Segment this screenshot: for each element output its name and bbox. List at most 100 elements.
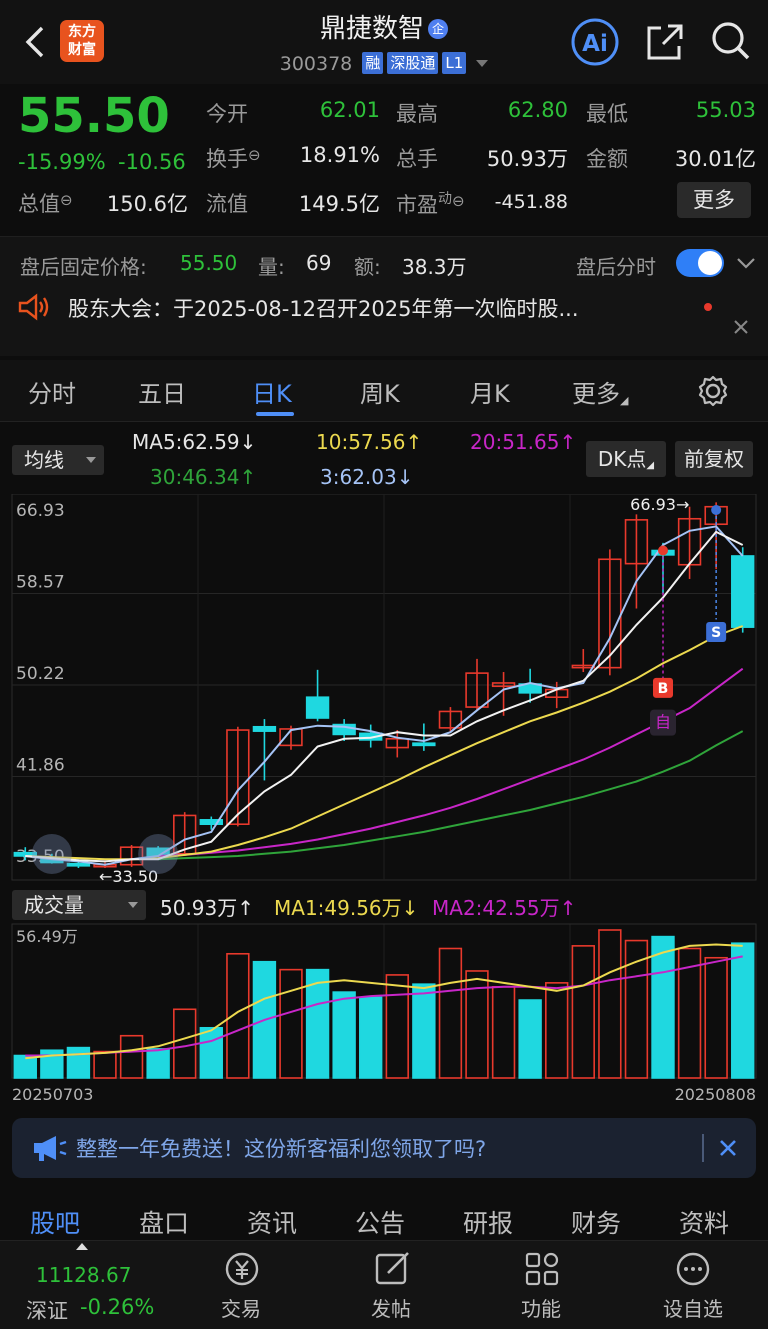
search-icon[interactable] [710, 20, 752, 62]
post-label[interactable]: 发帖 [346, 1293, 436, 1322]
y-tick-label: 66.93 [16, 501, 65, 521]
forward-adjust-button[interactable]: 前复权 [675, 441, 753, 477]
promo-text: 整整一年免费送！这份新客福利您领取了吗? [76, 1137, 487, 1161]
bottom-toolbar: 11128.67 深证 -0.26% 交易 发帖 功能 设自选 [0, 1240, 768, 1329]
chevron-down-icon[interactable] [736, 255, 756, 271]
ai-assistant-icon[interactable]: Ai [568, 18, 622, 66]
content-tabs: 股吧 盘口 资讯 公告 研报 财务 资料 [0, 1190, 768, 1242]
pe-label[interactable]: 市盈动⊖ [396, 188, 465, 219]
tab-order-book[interactable]: 盘口 [139, 1204, 189, 1240]
volume-bar-down [66, 1046, 91, 1079]
tab-announcements[interactable]: 公告 [355, 1204, 405, 1240]
index-name[interactable]: 深证 [26, 1295, 68, 1325]
volume-bar-down [731, 942, 755, 1079]
index-value[interactable]: 11128.67 [36, 1263, 131, 1287]
tab-more-label: 更多 [572, 380, 620, 408]
unread-dot [704, 303, 712, 311]
volume-ma1-value: MA1:49.56万↓ [274, 896, 419, 920]
enterprise-badge: 企 [428, 19, 448, 39]
notice-text[interactable]: 股东大会：于2025-08-12召开2025年第一次临时股... [68, 293, 688, 323]
close-icon[interactable] [733, 319, 749, 335]
info-icon: ⊖ [248, 146, 261, 164]
more-button[interactable]: 更多 [677, 182, 751, 218]
promo-banner[interactable]: 整整一年免费送！这份新客福利您领取了吗? [12, 1118, 756, 1178]
caret-down-icon [128, 902, 138, 908]
trade-label[interactable]: 交易 [196, 1293, 286, 1322]
volume-bar-down [332, 991, 356, 1079]
tab-news[interactable]: 资讯 [247, 1204, 297, 1240]
stock-code: 300378 [279, 53, 353, 75]
turnover-label[interactable]: 换手⊖ [206, 143, 261, 173]
turnover-label-text: 换手 [206, 147, 248, 171]
pe-value: -451.88 [494, 191, 568, 213]
after-amount-label: 额: [354, 255, 381, 279]
tab-five-day[interactable]: 五日 [138, 374, 186, 409]
tab-more[interactable]: 更多◢ [572, 374, 628, 409]
index-change[interactable]: -0.26% [80, 1295, 154, 1319]
tab-guba[interactable]: 股吧 [30, 1204, 80, 1240]
amount-label: 金额 [586, 147, 628, 171]
volume-bar-up [571, 945, 595, 1079]
volume-bar-up [385, 974, 409, 1079]
volume-bar-up [545, 982, 569, 1079]
change-amount: -10.56 [118, 150, 186, 174]
volume-bar-up [598, 929, 622, 1079]
float-cap-value: 149.5亿 [298, 192, 380, 216]
last-price: 55.50 [18, 88, 170, 144]
dk-point-button[interactable]: DK点◢ [586, 441, 666, 477]
watchlist-more-icon[interactable] [674, 1251, 712, 1287]
functions-grid-icon[interactable] [524, 1251, 562, 1287]
ma3-value: 3:62.03↓ [320, 465, 414, 489]
volume-selector[interactable]: 成交量 [12, 890, 146, 920]
tab-profile[interactable]: 资料 [679, 1204, 729, 1240]
tab-monthly-k[interactable]: 月K [470, 374, 510, 409]
ma-selector[interactable]: 均线 [12, 445, 104, 475]
ma5-value: MA5:62.59↓ [132, 430, 257, 454]
volume-bar-down [199, 1026, 223, 1079]
y-tick-label: 41.86 [16, 755, 65, 775]
volume-bar-up [438, 947, 463, 1079]
volume-bar-up [704, 956, 728, 1079]
sell-marker-text: S [711, 625, 721, 641]
tab-research[interactable]: 研报 [463, 1204, 513, 1240]
add-watchlist-label[interactable]: 设自选 [648, 1293, 738, 1322]
share-icon[interactable] [645, 22, 685, 62]
after-hours-panel: 盘后固定价格: 55.50 量: 69 额: 38.3万 盘后分时 股东大会：于… [0, 236, 768, 356]
tab-daily-k[interactable]: 日K [252, 374, 292, 409]
close-icon[interactable] [718, 1138, 738, 1158]
tab-weekly-k[interactable]: 周K [360, 374, 400, 409]
after-hours-toggle[interactable] [676, 249, 724, 277]
volume-bar-up [226, 952, 250, 1079]
trade-yen-icon[interactable] [222, 1251, 262, 1287]
volume-bar-up [491, 986, 516, 1079]
fixed-price-label: 盘后固定价格: [20, 255, 147, 279]
margin-tag: 融 [362, 52, 384, 74]
volume-bar-down [651, 935, 675, 1079]
self-marker-text: 自 [655, 713, 671, 732]
volume-bar-up [279, 968, 303, 1079]
settings-gear-icon[interactable] [696, 374, 730, 408]
tab-financials[interactable]: 财务 [571, 1204, 621, 1240]
tab-intraday[interactable]: 分时 [28, 374, 76, 409]
chevron-down-icon [476, 60, 489, 67]
megaphone-icon [34, 1136, 67, 1161]
volume-bar-up [173, 1008, 197, 1079]
caret-up-icon [76, 1243, 88, 1250]
divider [702, 1134, 704, 1162]
active-tab-indicator [256, 412, 294, 416]
after-volume-value: 69 [306, 251, 332, 275]
functions-label[interactable]: 功能 [496, 1293, 586, 1322]
total-cap-value: 150.6亿 [106, 192, 188, 216]
max-price-label: 66.93→ [630, 495, 689, 514]
ma20-value: 20:51.65↑ [470, 430, 577, 454]
volume-now-value: 50.93万↑ [160, 896, 255, 920]
period-tabs: 分时 五日 日K 周K 月K 更多◢ [0, 360, 768, 422]
total-cap-label[interactable]: 总值⊖ [18, 188, 73, 218]
candle-down [66, 862, 91, 867]
post-edit-icon[interactable] [374, 1251, 412, 1287]
dk-point-label: DK点 [597, 447, 647, 471]
candle-down [252, 725, 277, 732]
info-icon: ⊖ [452, 192, 465, 210]
high-label: 最高 [396, 102, 438, 126]
kline-chart[interactable]: 66.9358.5750.2241.8633.5066.93→←33.50B自S… [0, 494, 768, 1114]
